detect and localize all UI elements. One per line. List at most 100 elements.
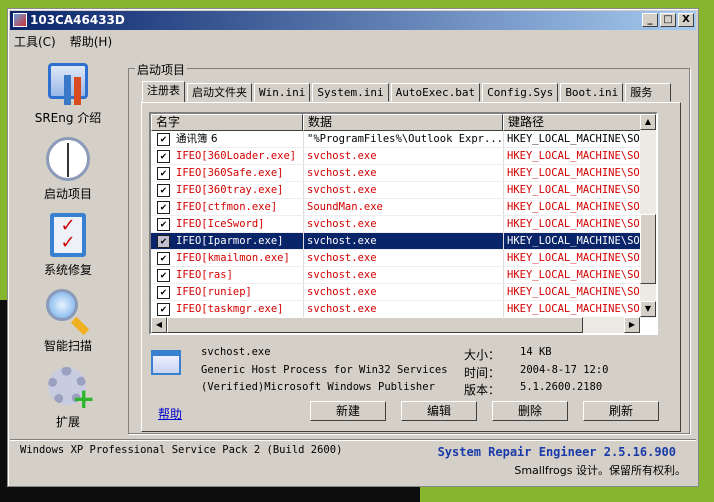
sidebar-item-repair[interactable]: ✓ ✓ 系统修复 [18,213,118,278]
row-name: IFEO[360Safe.exe] [176,166,284,179]
sidebar-label: 智能扫描 [43,339,92,353]
tab-config-sys[interactable]: Config.Sys [482,83,559,102]
cell-name: ✔ IFEO[taskmgr.exe] [151,301,303,317]
version-label: 版本： [464,383,501,397]
table-row[interactable]: ✔ 通讯簿 6 "%ProgramFiles%\Outlook Expr... HKE… [151,131,656,148]
sidebar-item-intro[interactable]: SREng 介绍 [18,61,118,126]
table-row[interactable]: ✔ IFEO[runiep] svchost.exe HKEY_LOCAL_MACHI… [151,284,656,301]
scroll-thumb[interactable] [640,214,656,284]
menu-tools[interactable]: 工具(C) [14,33,56,50]
help-link[interactable]: 帮助 [158,405,182,422]
gear-plus-icon: + [44,365,95,413]
delete-button[interactable]: 删除 [492,401,568,421]
row-name: IFEO[360tray.exe] [176,183,284,196]
list-header: 名字 数据 键路径 [151,114,656,131]
maximize-button[interactable]: □ [660,13,676,27]
cell-path: HKEY_LOCAL_MACHINE\SOFT [503,131,642,147]
cell-name: ✔ 通讯簿 6 [151,131,303,147]
cell-data: svchost.exe [303,182,503,198]
column-name[interactable]: 名字 [151,114,303,131]
checkbox[interactable]: ✔ [157,200,170,214]
checkbox[interactable]: ✔ [157,217,170,231]
tab-system-ini[interactable]: System.ini [312,83,389,102]
cell-name: ✔ IFEO[Iparmor.exe] [151,233,303,249]
scroll-down-button[interactable]: ▼ [640,301,656,317]
table-row[interactable]: ✔ IFEO[360tray.exe] svchost.exe HKEY_LOCAL_… [151,182,656,199]
tab-win-ini[interactable]: Win.ini [254,83,311,102]
scroll-left-button[interactable]: ◀ [151,317,167,333]
tab-boot-ini[interactable]: Boot.ini [560,83,624,102]
checklist-icon: ✓ ✓ [44,213,92,259]
cell-path: HKEY_LOCAL_MACHINE\SOFT [503,301,642,317]
close-button[interactable]: X [678,13,694,27]
table-row[interactable]: ✔ IFEO[kmailmon.exe] svchost.exe HKEY_LOCAL… [151,250,656,267]
vertical-scrollbar[interactable]: ▲ ▼ [640,114,656,317]
table-row[interactable]: ✔ IFEO[IceSword] svchost.exe HKEY_LOCAL_MAC… [151,216,656,233]
column-data[interactable]: 数据 [303,114,503,131]
sidebar-item-startup[interactable]: 启动项目 [18,137,118,202]
checkbox[interactable]: ✔ [157,302,170,316]
table-row[interactable]: ✔ IFEO[360Safe.exe] svchost.exe HKEY_LOCAL_… [151,165,656,182]
table-row[interactable]: ✔ IFEO[taskmgr.exe] svchost.exe HKEY_LOCAL_… [151,301,656,318]
title-bar[interactable]: 103CA46433D _ □ X [10,11,696,30]
tab-startup-folder[interactable]: 启动文件夹 [187,83,252,102]
cell-name: ✔ IFEO[ras] [151,267,303,283]
sidebar-item-extend[interactable]: + 扩展 [18,365,118,430]
magnifier-icon [44,289,92,336]
cell-path: HKEY_LOCAL_MACHINE\SOFT [503,182,642,198]
table-row[interactable]: ✔ IFEO[ras] svchost.exe HKEY_LOCAL_MACHINE\… [151,267,656,284]
detail-description: Generic Host Process for Win32 Services [201,364,448,376]
tab-registry[interactable]: 注册表 [142,81,185,102]
row-name: IFEO[IceSword] [176,217,265,230]
edit-button[interactable]: 编辑 [401,401,477,421]
row-name: IFEO[kmailmon.exe] [176,251,290,264]
cell-path: HKEY_LOCAL_MACHINE\SOFT [503,148,642,164]
cell-name: ✔ IFEO[runiep] [151,284,303,300]
detail-size: 14 KB [520,346,552,358]
tab-services[interactable]: 服务 [625,83,672,102]
horizontal-scrollbar[interactable]: ◀ ▶ [151,317,640,333]
new-button[interactable]: 新建 [310,401,386,421]
cell-data: svchost.exe [303,233,503,249]
cell-path: HKEY_LOCAL_MACHINE\SOFT [503,216,642,232]
scroll-up-button[interactable]: ▲ [640,114,656,130]
column-path[interactable]: 键路径 [503,114,642,131]
tab-bar: 注册表 启动文件夹 Win.ini System.ini AutoExec.ba… [142,81,673,102]
row-name: 通讯簿 6 [176,132,218,145]
checkbox[interactable]: ✔ [157,166,170,180]
menu-help[interactable]: 帮助(H) [70,33,112,50]
checkbox[interactable]: ✔ [157,149,170,163]
detail-version: 5.1.2600.2180 [520,381,603,393]
checkbox[interactable]: ✔ [157,285,170,299]
row-name: IFEO[taskmgr.exe] [176,302,284,315]
tools-icon [44,61,92,107]
sidebar-label: 启动项目 [43,187,92,201]
refresh-button[interactable]: 刷新 [583,401,659,421]
menu-bar: 工具(C) 帮助(H) [14,33,112,50]
cell-name: ✔ IFEO[360tray.exe] [151,182,303,198]
hscroll-thumb[interactable] [167,317,583,333]
time-label: 时间： [464,366,501,380]
cell-path: HKEY_LOCAL_MACHINE\SOFT [503,233,642,249]
minimize-button[interactable]: _ [642,13,658,27]
table-row[interactable]: ✔ IFEO[Iparmor.exe] svchost.exe HKEY_LOCAL_… [151,233,656,250]
registry-list[interactable]: 名字 数据 键路径 ✔ 通讯簿 6 "%ProgramFiles%\Outlook … [149,112,658,335]
cell-data: svchost.exe [303,267,503,283]
scroll-right-button[interactable]: ▶ [624,317,640,333]
table-row[interactable]: ✔ IFEO[360Loader.exe] svchost.exe HKEY_LOCA… [151,148,656,165]
checkbox[interactable]: ✔ [157,234,170,248]
checkbox[interactable]: ✔ [157,251,170,265]
cell-data: svchost.exe [303,301,503,317]
table-row[interactable]: ✔ IFEO[ctfmon.exe] SoundMan.exe HKEY_LOCAL_… [151,199,656,216]
sidebar-item-scan[interactable]: 智能扫描 [18,289,118,354]
file-icon [151,350,181,375]
checkbox[interactable]: ✔ [157,268,170,282]
checkbox[interactable]: ✔ [157,183,170,197]
tab-autoexec[interactable]: AutoExec.bat [390,83,481,102]
cell-name: ✔ IFEO[kmailmon.exe] [151,250,303,266]
cell-data: svchost.exe [303,165,503,181]
checkbox[interactable]: ✔ [157,132,170,146]
window-title: 103CA46433D [30,13,125,27]
cell-name: ✔ IFEO[360Safe.exe] [151,165,303,181]
group-label: 启动项目 [135,61,188,78]
